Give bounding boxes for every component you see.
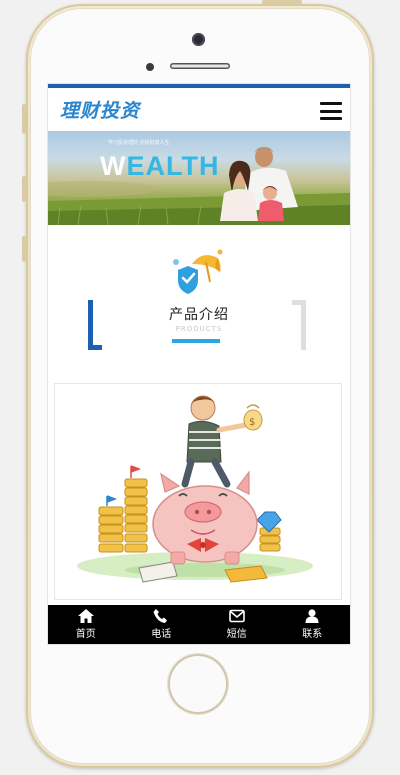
- hamburger-menu-icon[interactable]: [320, 102, 342, 120]
- site-logo[interactable]: 理财投资: [60, 96, 140, 123]
- hero-banner: 学习投资理财 创造财富人生 WEALTH: [48, 131, 350, 225]
- section-subtitle: PRODUCTS: [175, 325, 223, 333]
- envelope-icon: [228, 609, 245, 623]
- volume-down-button: [22, 236, 26, 262]
- nav-sms[interactable]: 短信: [199, 605, 275, 644]
- site-header: 理财投资: [48, 88, 350, 132]
- nav-sms-label: 短信: [226, 629, 247, 640]
- banner-headline-prefix: W: [100, 151, 127, 181]
- nav-contact[interactable]: 联系: [275, 605, 351, 644]
- nav-phone[interactable]: 电话: [124, 605, 200, 644]
- volume-up-button: [22, 176, 26, 202]
- products-section-header: 产品介绍 PRODUCTS: [48, 234, 350, 354]
- nav-phone-label: 电话: [151, 629, 172, 640]
- nav-contact-label: 联系: [302, 629, 323, 640]
- umbrella-shield-icon: [173, 249, 223, 294]
- banner-headline-accent: EALTH: [126, 151, 220, 181]
- banner-headline: WEALTH: [100, 151, 219, 182]
- nav-home-label: 首页: [75, 629, 96, 640]
- mute-switch: [22, 104, 26, 134]
- front-camera: [192, 33, 205, 46]
- section-underline: [172, 339, 220, 343]
- home-icon: [77, 609, 94, 623]
- user-icon: [305, 609, 319, 623]
- product-card[interactable]: $: [55, 384, 341, 599]
- home-button[interactable]: [168, 654, 228, 714]
- bottom-navigation: 首页 电话 短信 联系: [48, 605, 350, 644]
- proximity-sensor: [146, 63, 154, 71]
- earpiece-speaker: [170, 63, 230, 69]
- power-button: [262, 0, 302, 4]
- banner-tagline: 学习投资理财 创造财富人生: [108, 140, 170, 146]
- phone-screen: 理财投资 学习投资理财 创造财富人生 WEALTH 产品介绍 PRODUCTS …: [48, 84, 350, 644]
- phone-icon: [153, 609, 168, 623]
- nav-home[interactable]: 首页: [48, 605, 124, 644]
- piggy-bank-illustration: $: [77, 395, 313, 583]
- section-title: 产品介绍: [169, 307, 229, 323]
- svg-text:$: $: [249, 417, 255, 428]
